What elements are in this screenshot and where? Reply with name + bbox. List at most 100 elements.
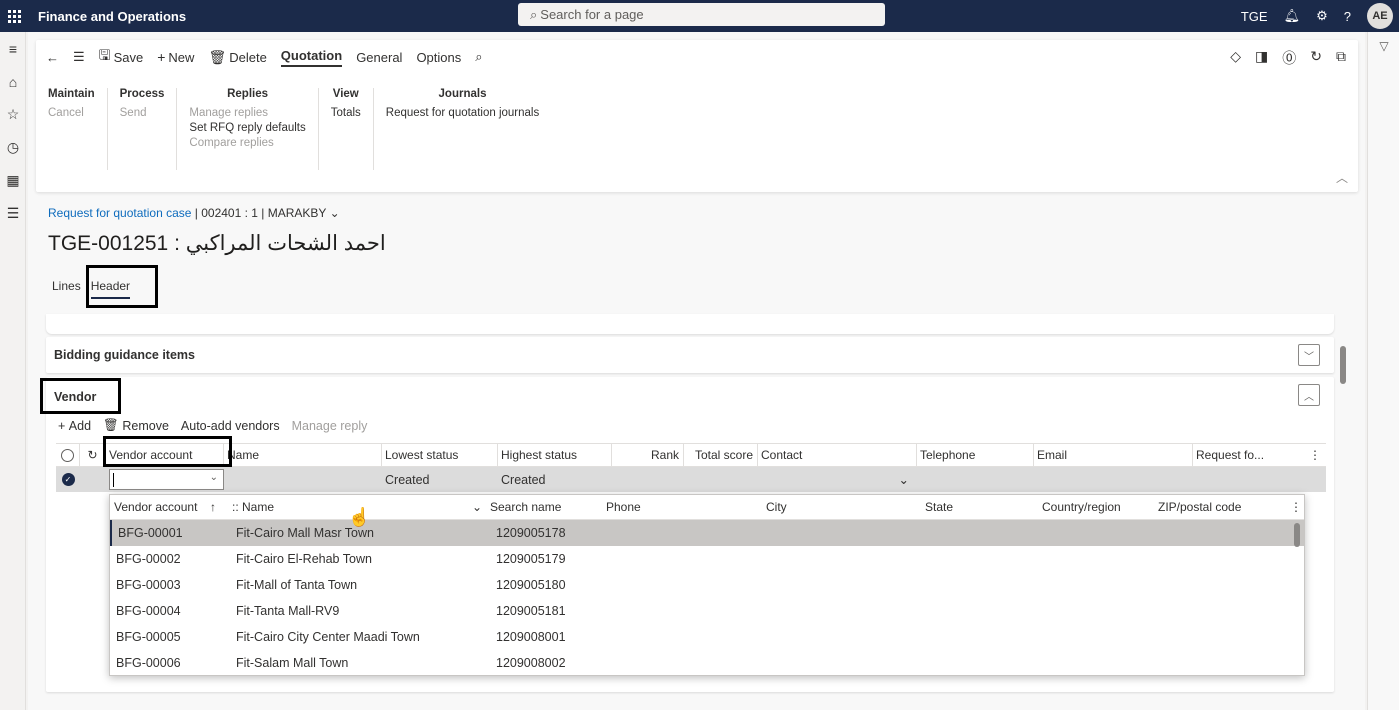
column-rank[interactable]: Rank xyxy=(612,443,684,467)
column-phone[interactable]: Phone xyxy=(602,500,762,514)
open-new-window-icon[interactable]: ⧉ xyxy=(1336,48,1346,68)
list-icon[interactable]: ☰ xyxy=(73,49,85,65)
company-picker[interactable]: TGE xyxy=(1241,9,1268,24)
column-highest-status[interactable]: Highest status xyxy=(498,443,612,467)
column-zip[interactable]: ZIP/postal code xyxy=(1154,500,1286,514)
notifications-icon[interactable]: 🔔︎ xyxy=(1284,8,1301,24)
add-button[interactable]: + Add xyxy=(58,418,91,433)
chevron-up-icon[interactable]: ︿ xyxy=(1336,169,1348,186)
select-all-checkbox[interactable] xyxy=(56,443,80,467)
column-lowest-status[interactable]: Lowest status xyxy=(382,443,498,467)
tab-quotation[interactable]: Quotation xyxy=(280,48,343,67)
auto-add-vendors-button[interactable]: Auto-add vendors xyxy=(181,418,280,433)
avatar[interactable]: AE xyxy=(1367,3,1393,29)
column-name[interactable]: Name xyxy=(224,443,382,467)
column-state[interactable]: State xyxy=(921,500,1038,514)
manage-replies-button[interactable]: Manage replies xyxy=(189,107,305,119)
list-item[interactable]: BFG-00004 Fit-Tanta Mall-RV9 1209005181 xyxy=(110,598,1304,624)
search-name-cell: 1209005178 xyxy=(496,526,566,540)
row-checkbox[interactable]: ✓ xyxy=(56,467,80,492)
trash-icon: 🗑︎ xyxy=(103,418,123,432)
more-options-icon[interactable]: ⋮ xyxy=(1286,500,1302,514)
plus-icon: + xyxy=(58,418,69,433)
back-icon[interactable]: ← xyxy=(46,50,59,65)
workspace: ← ☰ 🖫 Save + New 🗑︎ Delete Quotation Genera… xyxy=(28,32,1365,710)
account-cell: BFG-00006 xyxy=(116,656,181,670)
home-icon[interactable]: ⌂ xyxy=(0,65,26,98)
lookup-scrollbar[interactable] xyxy=(1294,523,1300,547)
column-telephone[interactable]: Telephone xyxy=(917,443,1034,467)
group-title: Maintain xyxy=(48,88,95,100)
list-item[interactable]: BFG-00002 Fit-Cairo El-Rehab Town 120900… xyxy=(110,546,1304,572)
filter-icon[interactable]: ▽ xyxy=(1368,32,1399,60)
add-label: Add xyxy=(68,418,92,433)
attachments-icon[interactable]: ⓪ xyxy=(1282,48,1296,68)
column-country-region[interactable]: Country/region xyxy=(1038,500,1154,514)
search-input[interactable]: ⌕ Search for a page xyxy=(518,3,885,26)
vendor-account-input[interactable]: ⌄ xyxy=(109,469,224,490)
settings-icon[interactable]: ⚙ xyxy=(1316,8,1328,24)
left-nav: ≡ ⌂ ☆ ◷ ▦ ☰ xyxy=(0,32,26,710)
column-total-score[interactable]: Total score xyxy=(684,443,758,467)
set-rfq-reply-defaults-button[interactable]: Set RFQ reply defaults xyxy=(189,122,305,134)
pointer-hand-icon: ☝ xyxy=(348,507,371,527)
chevron-up-icon[interactable]: ︿ xyxy=(1298,384,1320,406)
search-name-cell: 1209005179 xyxy=(496,552,566,566)
app-launcher-icon[interactable] xyxy=(2,0,26,32)
breadcrumb-link[interactable]: Request for quotation case xyxy=(48,206,191,220)
diamond-icon[interactable]: ◇ xyxy=(1230,48,1241,68)
fasttab-bidding[interactable]: Bidding guidance items ﹀ xyxy=(46,337,1334,373)
search-name-cell: 1209005180 xyxy=(496,578,566,592)
manage-reply-button[interactable]: Manage reply xyxy=(292,418,368,433)
menu-icon[interactable]: ≡ xyxy=(0,32,26,65)
list-item[interactable]: BFG-00005 Fit-Cairo City Center Maadi To… xyxy=(110,624,1304,650)
list-item[interactable]: BFG-00006 Fit-Salam Mall Town 1209008002 xyxy=(110,650,1304,676)
tab-lines[interactable]: Lines xyxy=(52,279,81,299)
delete-button[interactable]: 🗑︎ Delete xyxy=(208,49,266,66)
office-icon[interactable]: ◨ xyxy=(1255,48,1268,68)
totals-button[interactable]: Totals xyxy=(331,107,361,119)
contact-cell[interactable]: ⌄ xyxy=(758,467,917,492)
rfq-journals-button[interactable]: Request for quotation journals xyxy=(386,107,539,119)
column-email[interactable]: Email xyxy=(1034,443,1193,467)
column-request-for[interactable]: Request fo... xyxy=(1193,443,1306,467)
cancel-button[interactable]: Cancel xyxy=(48,107,95,119)
recent-icon[interactable]: ◷ xyxy=(0,131,26,164)
filter-pane: ▽ xyxy=(1367,32,1399,710)
refresh-icon[interactable]: ↻ xyxy=(1310,48,1322,68)
workspaces-icon[interactable]: ▦ xyxy=(0,164,26,197)
name-cell: Fit-Cairo City Center Maadi Town xyxy=(236,630,420,644)
new-button[interactable]: + New xyxy=(157,49,194,65)
column-search-name[interactable]: Search name xyxy=(486,500,602,514)
column-vendor-account[interactable]: Vendor account xyxy=(110,500,206,514)
chevron-down-icon[interactable]: ⌄ xyxy=(472,500,482,514)
favorites-icon[interactable]: ☆ xyxy=(0,98,26,131)
tab-general[interactable]: General xyxy=(356,50,402,65)
help-icon[interactable]: ? xyxy=(1344,9,1351,24)
send-button[interactable]: Send xyxy=(120,107,165,119)
search-action-icon[interactable]: ⌕ xyxy=(475,49,482,65)
breadcrumb-user[interactable]: MARAKBY xyxy=(268,206,326,220)
chevron-down-icon[interactable]: ⌄ xyxy=(899,472,909,487)
save-button[interactable]: 🖫 Save xyxy=(99,45,144,69)
list-item[interactable]: BFG-00003 Fit-Mall of Tanta Town 1209005… xyxy=(110,572,1304,598)
list-item[interactable]: BFG-00001 Fit-Cairo Mall Masr Town 12090… xyxy=(110,520,1304,546)
page-scrollbar[interactable] xyxy=(1340,346,1346,384)
tab-options[interactable]: Options xyxy=(416,50,461,65)
name-cell: Fit-Tanta Mall-RV9 xyxy=(236,604,340,618)
more-options-icon[interactable]: ⋮ xyxy=(1306,443,1326,467)
column-name-label: Name xyxy=(242,500,275,514)
group-process: Process Send xyxy=(108,88,178,170)
sort-arrow-icon[interactable]: ↑ xyxy=(206,500,228,514)
chevron-down-icon[interactable]: ⌄ xyxy=(210,472,218,483)
chevron-down-icon[interactable]: ﹀ xyxy=(1298,344,1320,366)
compare-replies-button[interactable]: Compare replies xyxy=(189,137,305,149)
column-city[interactable]: City xyxy=(762,500,921,514)
highlight-box xyxy=(103,436,232,467)
table-row[interactable]: ✓ ⌄ Created Created ⌄ xyxy=(56,467,1326,492)
column-contact[interactable]: Contact xyxy=(758,443,917,467)
group-view: View Totals xyxy=(319,88,374,170)
chevron-down-icon[interactable]: ⌄ xyxy=(330,206,340,220)
modules-icon[interactable]: ☰ xyxy=(0,197,26,230)
remove-button[interactable]: 🗑︎ Remove xyxy=(103,418,169,433)
